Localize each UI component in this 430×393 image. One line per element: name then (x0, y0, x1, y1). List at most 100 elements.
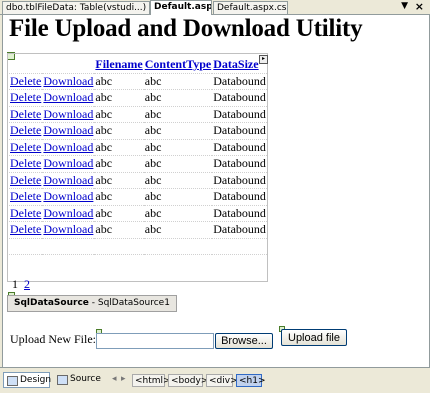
table-cell: abc (143, 188, 213, 206)
datasize-cell: Databound (213, 90, 266, 105)
table-cell: abc (143, 155, 213, 173)
table-cell: Delete (9, 221, 43, 239)
table-row: Delete Download abc abc Databound (9, 73, 267, 90)
datasource-separator: - (88, 298, 98, 308)
table-cell: abc (94, 172, 144, 189)
contenttype-cell: abc (144, 189, 162, 204)
table-row: Delete Download abc abc Databound (9, 221, 267, 239)
table-cell: Databound (212, 139, 267, 156)
close-tab-icon[interactable]: × (415, 0, 424, 13)
file-grid: Filename ContentType DataSize Delete Down… (9, 57, 267, 255)
design-view-icon (7, 376, 18, 386)
delete-link[interactable]: Delete (10, 90, 41, 104)
source-view-icon (57, 375, 68, 385)
table-cell: Delete (9, 89, 43, 107)
download-link[interactable]: Download (43, 222, 93, 236)
table-cell (9, 238, 43, 255)
grid-header-contenttype[interactable]: ContentType (143, 57, 213, 74)
table-cell: Download (42, 106, 95, 123)
contenttype-cell: abc (144, 205, 162, 220)
grid-pager: 1 2 (12, 277, 33, 292)
download-link[interactable]: Download (43, 189, 93, 203)
download-link[interactable]: Download (43, 206, 93, 220)
table-cell: Download (42, 73, 95, 90)
crumb-forward-icon[interactable]: ▸ (121, 374, 126, 384)
delete-link[interactable]: Delete (10, 173, 41, 187)
gridview-smart-tag-icon[interactable]: ▸ (259, 55, 268, 64)
table-row: Delete Download abc abc Databound (9, 205, 267, 222)
crumb-html[interactable]: <html> (132, 374, 171, 387)
download-link[interactable]: Download (43, 123, 93, 137)
table-cell: abc (143, 73, 213, 90)
grid-header-filename[interactable]: Filename (94, 57, 144, 74)
table-cell: Download (42, 188, 95, 206)
delete-link[interactable]: Delete (10, 140, 41, 154)
tab-default-aspx-cs[interactable]: Default.aspx.cs (213, 1, 288, 14)
pager-page-2[interactable]: 2 (24, 277, 30, 291)
download-link[interactable]: Download (43, 90, 93, 104)
table-cell: Databound (212, 155, 267, 173)
datasize-cell: Databound (213, 222, 266, 237)
filename-cell: abc (95, 205, 113, 220)
grid-header-delete (9, 57, 43, 74)
tab-table-designer[interactable]: dbo.tblFileData: Table(vstudi...) (2, 1, 150, 14)
table-cell: Download (42, 122, 95, 140)
delete-link[interactable]: Delete (10, 107, 41, 121)
crumb-back-icon[interactable]: ◂ (112, 374, 117, 384)
table-cell: Delete (9, 188, 43, 206)
delete-link[interactable]: Delete (10, 189, 41, 203)
table-cell: abc (143, 221, 213, 239)
datasource-type: SqlDataSource (14, 298, 89, 308)
table-row: Delete Download abc abc Databound (9, 188, 267, 206)
delete-link[interactable]: Delete (10, 222, 41, 236)
table-cell: Databound (212, 73, 267, 90)
delete-link[interactable]: Delete (10, 206, 41, 220)
design-view-button[interactable]: Design (3, 372, 52, 388)
table-cell (143, 238, 213, 255)
contenttype-cell: abc (144, 156, 162, 171)
source-view-button[interactable]: Source (54, 372, 102, 388)
table-cell (94, 238, 144, 255)
download-link[interactable]: Download (43, 156, 93, 170)
crumb-h1[interactable]: <h1> (236, 374, 266, 387)
filename-cell: abc (95, 222, 113, 237)
delete-link[interactable]: Delete (10, 123, 41, 137)
filename-cell: abc (95, 139, 113, 154)
sqldatasource-control[interactable]: SqlDataSource - SqlDataSource1 (7, 295, 177, 312)
browse-button[interactable]: Browse... (215, 333, 273, 349)
pager-page-1[interactable]: 1 (12, 277, 18, 291)
table-cell: abc (94, 73, 144, 90)
filename-cell: abc (95, 73, 113, 88)
gridview-control[interactable]: Filename ContentType DataSize Delete Down… (7, 53, 268, 282)
table-cell: abc (94, 205, 144, 222)
table-cell: abc (143, 89, 213, 107)
datasize-cell: Databound (213, 106, 266, 121)
view-bar: Design Source ◂ ▸ <html> <body> <div> <h… (0, 367, 430, 393)
delete-link[interactable]: Delete (10, 74, 41, 88)
tab-list-dropdown-icon[interactable]: ▼ (401, 1, 408, 11)
table-cell: Download (42, 221, 95, 239)
table-cell: Delete (9, 122, 43, 140)
table-cell: abc (94, 106, 144, 123)
table-row: Delete Download abc abc Databound (9, 89, 267, 107)
download-link[interactable]: Download (43, 140, 93, 154)
table-cell: abc (94, 89, 144, 107)
crumb-body[interactable]: <body> (168, 374, 208, 387)
table-cell: Databound (212, 106, 267, 123)
table-cell: abc (94, 221, 144, 239)
table-cell: Databound (212, 172, 267, 189)
download-link[interactable]: Download (43, 107, 93, 121)
upload-file-button[interactable]: Upload file (281, 329, 347, 346)
datasize-cell: Databound (213, 205, 266, 220)
download-link[interactable]: Download (43, 74, 93, 88)
table-cell: Delete (9, 73, 43, 90)
tab-default-aspx[interactable]: Default.aspx (150, 0, 212, 15)
file-path-input[interactable] (96, 333, 214, 349)
crumb-div[interactable]: <div> (206, 374, 238, 387)
contenttype-cell: abc (144, 172, 162, 187)
design-view-label: Design (20, 375, 52, 385)
delete-link[interactable]: Delete (10, 156, 41, 170)
download-link[interactable]: Download (43, 173, 93, 187)
contenttype-cell: abc (144, 73, 162, 88)
filename-cell: abc (95, 172, 113, 187)
